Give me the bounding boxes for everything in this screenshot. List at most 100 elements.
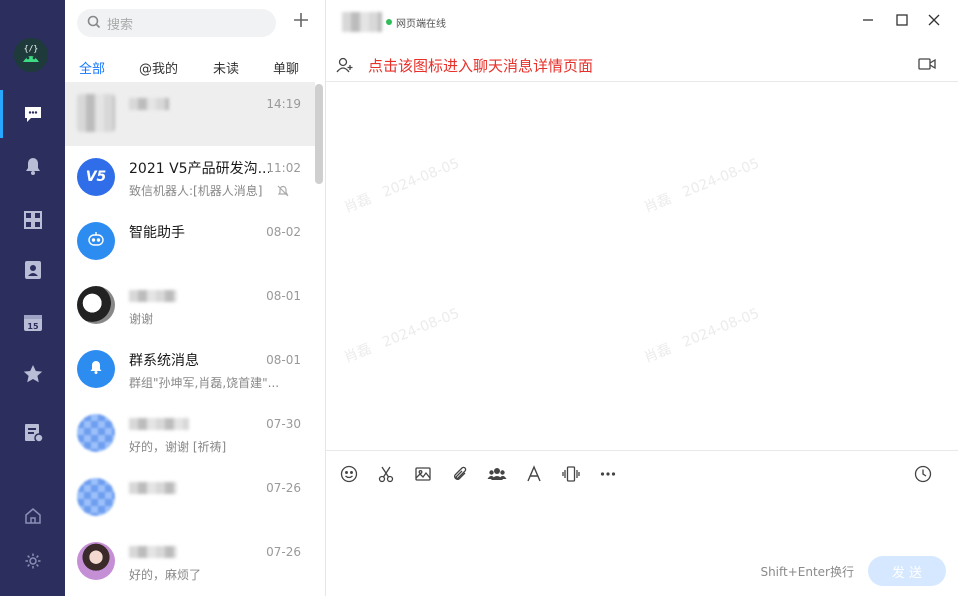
conversation-name-redacted (129, 546, 177, 558)
avatar (77, 478, 115, 516)
list-item[interactable]: 07-26 (65, 466, 315, 530)
conversation-preview: 好的，麻烦了 (129, 568, 202, 582)
conversation-time: 07-26 (266, 545, 301, 559)
newline-hint: Shift+Enter换行 (760, 565, 854, 579)
rail-item-home[interactable] (0, 492, 65, 540)
list-item[interactable]: 07-26 好的，麻烦了 (65, 530, 315, 594)
conversation-preview: 好的，谢谢 [祈祷] (129, 440, 227, 454)
conversation-list-panel: 搜索 全部 @我的 未读 单聊 14:19 V5 2021 V5产品研发沟...… (65, 0, 326, 596)
conversation-time: 08-01 (266, 353, 301, 367)
image-icon[interactable] (412, 463, 434, 485)
watermark: 肖磊 2024-08-05 (341, 305, 462, 367)
watermark: 肖磊 2024-08-05 (341, 155, 462, 217)
rail-item-chat[interactable] (0, 90, 65, 138)
search-placeholder: 搜索 (107, 17, 134, 33)
rail-item-settings[interactable] (0, 537, 65, 585)
vibrate-icon[interactable] (560, 463, 582, 485)
group-icon[interactable] (486, 463, 508, 485)
tab-unread[interactable]: 未读 (213, 58, 239, 77)
emoji-icon[interactable] (338, 463, 360, 485)
conversation-name: 2021 V5产品研发沟... (129, 161, 269, 177)
close-button[interactable] (924, 10, 944, 30)
avatar (77, 286, 115, 324)
chat-toolbar: 点击该图标进入聊天消息详情页面 (326, 48, 958, 82)
conversation-name: 智能助手 (129, 225, 185, 241)
rail-item-contacts[interactable] (0, 246, 65, 294)
tab-direct[interactable]: 单聊 (273, 58, 299, 77)
close-icon (928, 11, 940, 30)
history-icon[interactable] (912, 463, 934, 485)
star-icon (22, 363, 44, 385)
online-status: 网页端在线 (396, 19, 446, 30)
text-format-icon[interactable] (523, 463, 545, 485)
conversation-time: 07-30 (266, 417, 301, 431)
add-member-icon[interactable] (336, 56, 354, 78)
avatar (77, 542, 115, 580)
maximize-button[interactable] (892, 10, 912, 30)
tasks-icon (22, 421, 44, 443)
conversation-name-redacted (129, 482, 177, 494)
conversation-name-redacted (129, 418, 189, 430)
plus-icon (293, 12, 309, 32)
tab-mentions[interactable]: @我的 (139, 58, 178, 77)
rail-item-notifications[interactable] (0, 142, 65, 190)
scissors-icon[interactable] (375, 463, 397, 485)
attachment-icon[interactable] (449, 463, 471, 485)
conversation-preview: 致信机器人:[机器人消息] (129, 184, 263, 198)
tab-all[interactable]: 全部 (79, 58, 105, 87)
avatar: V5 (77, 158, 115, 196)
avatar (77, 222, 115, 260)
chat-pane: 网页端在线 点击该图标进入聊天消息详情页面 肖磊 2024-08-05 肖磊 2… (326, 0, 958, 596)
online-status-dot (386, 19, 392, 25)
home-icon (24, 507, 42, 525)
avatar (77, 94, 115, 132)
instruction-hint: 点击该图标进入聊天消息详情页面 (368, 57, 594, 75)
more-icon[interactable] (597, 463, 619, 485)
list-item[interactable]: V5 2021 V5产品研发沟... 11:02 致信机器人:[机器人消息] (65, 146, 315, 210)
search-input[interactable]: 搜索 (77, 9, 276, 37)
rail-item-apps[interactable] (0, 196, 65, 244)
conversation-time: 07-26 (266, 481, 301, 495)
avatar (77, 414, 115, 452)
conversation-tabs: 全部 @我的 未读 单聊 (65, 52, 326, 87)
minimize-button[interactable] (858, 10, 878, 30)
conversation-name-redacted (129, 98, 169, 110)
conversation-preview: 谢谢 (129, 312, 154, 326)
list-item[interactable]: 08-01 谢谢 (65, 274, 315, 338)
add-button[interactable] (289, 10, 313, 34)
conversation-name-redacted (129, 290, 177, 302)
app-window: {/} 15 搜索 全部 @我的 未读 单聊 14:19 V5 2021 V5产… (0, 0, 958, 596)
svg-text:{/}: {/} (24, 44, 38, 53)
list-item[interactable]: 07-30 好的，谢谢 [祈祷] (65, 402, 315, 466)
rail-item-calendar[interactable]: 15 (0, 298, 65, 346)
search-icon (87, 14, 101, 33)
video-call-icon[interactable] (918, 56, 936, 76)
watermark: 肖磊 2024-08-05 (641, 155, 762, 217)
list-item[interactable]: 14:19 (65, 82, 315, 146)
rail-item-tasks[interactable] (0, 408, 65, 456)
robot-icon (87, 231, 105, 251)
avatar (77, 350, 115, 388)
conversation-time: 11:02 (266, 161, 301, 175)
apps-grid-icon (22, 209, 44, 231)
maximize-icon (896, 11, 908, 30)
send-button[interactable]: 发 送 (868, 556, 946, 586)
user-avatar[interactable]: {/} (14, 38, 48, 72)
chat-icon (22, 103, 44, 125)
watermark: 肖磊 2024-08-05 (641, 305, 762, 367)
list-item[interactable]: 群系统消息 08-01 群组"孙坤军,肖磊,饶首建"... (65, 338, 315, 402)
calendar-badge: 15 (27, 322, 39, 331)
bell-icon (88, 359, 104, 379)
rail-item-favorites[interactable] (0, 350, 65, 398)
conversation-time: 14:19 (266, 97, 301, 111)
conversation-time: 08-02 (266, 225, 301, 239)
minimize-icon (862, 11, 874, 30)
conversation-name: 群系统消息 (129, 353, 199, 369)
avatar-text: V5 (85, 169, 107, 185)
left-rail: {/} 15 (0, 0, 65, 596)
list-scrollbar[interactable] (315, 84, 323, 184)
list-item[interactable]: 智能助手 08-02 (65, 210, 315, 274)
message-composer: Shift+Enter换行 发 送 (326, 450, 958, 596)
conversation-preview: 群组"孙坤军,肖磊,饶首建"... (129, 376, 280, 390)
settings-icon (24, 552, 42, 570)
